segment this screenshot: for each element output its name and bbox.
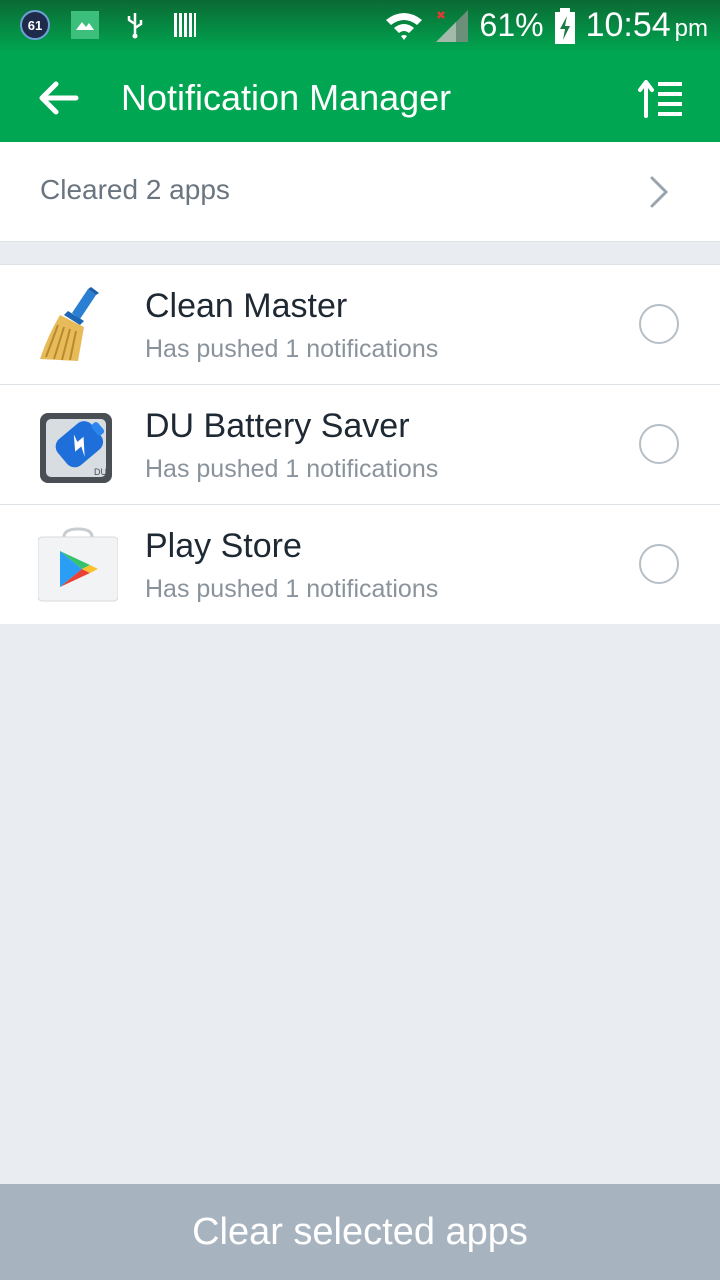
status-right-icons: 61% 10:54 pm bbox=[384, 6, 708, 45]
chevron-right-icon bbox=[650, 176, 669, 208]
list-item[interactable]: Clean Master Has pushed 1 notifications bbox=[0, 265, 720, 385]
select-radio[interactable] bbox=[639, 424, 679, 464]
select-radio[interactable] bbox=[639, 304, 679, 344]
app-notification-count: Has pushed 1 notifications bbox=[145, 335, 439, 363]
photo-icon bbox=[71, 11, 99, 39]
app-name: DU Battery Saver bbox=[145, 407, 410, 445]
wifi-icon bbox=[385, 12, 422, 40]
battery-percent: 61% bbox=[479, 7, 544, 43]
battery-charging-icon bbox=[554, 7, 575, 44]
broom-icon bbox=[40, 287, 99, 361]
app-notification-count: Has pushed 1 notifications bbox=[145, 575, 439, 603]
play-store-icon bbox=[38, 527, 118, 602]
list-item[interactable]: Play Store Has pushed 1 notifications bbox=[0, 505, 720, 624]
app-name: Clean Master bbox=[145, 287, 348, 325]
svg-text:DU: DU bbox=[94, 467, 107, 477]
page-title: Notification Manager bbox=[121, 77, 452, 118]
app-name: Play Store bbox=[145, 527, 302, 565]
usb-icon bbox=[127, 13, 143, 39]
badge-icon: 61 bbox=[20, 10, 50, 40]
cleared-apps-label: Cleared 2 apps bbox=[40, 174, 230, 205]
list-item[interactable]: DU DU Battery Saver Has pushed 1 notific… bbox=[0, 385, 720, 505]
battery-icon: DU bbox=[40, 413, 112, 483]
app-notification-count: Has pushed 1 notifications bbox=[145, 455, 439, 483]
sort-list-icon[interactable] bbox=[636, 74, 688, 122]
arrow-left-icon[interactable] bbox=[30, 74, 86, 122]
signal-icon bbox=[435, 9, 468, 42]
barcode-icon bbox=[174, 13, 196, 37]
status-left-icons: 61 bbox=[20, 10, 200, 40]
status-bar: 61 61% 10:54 pm bbox=[0, 0, 720, 52]
clear-selected-apps-button[interactable]: Clear selected apps bbox=[0, 1184, 720, 1280]
select-radio[interactable] bbox=[639, 544, 679, 584]
clock: 10:54 pm bbox=[585, 6, 708, 44]
cleared-apps-row[interactable]: Cleared 2 apps bbox=[0, 142, 720, 242]
app-list: Clean Master Has pushed 1 notifications … bbox=[0, 264, 720, 624]
app-bar: Notification Manager bbox=[0, 52, 720, 142]
